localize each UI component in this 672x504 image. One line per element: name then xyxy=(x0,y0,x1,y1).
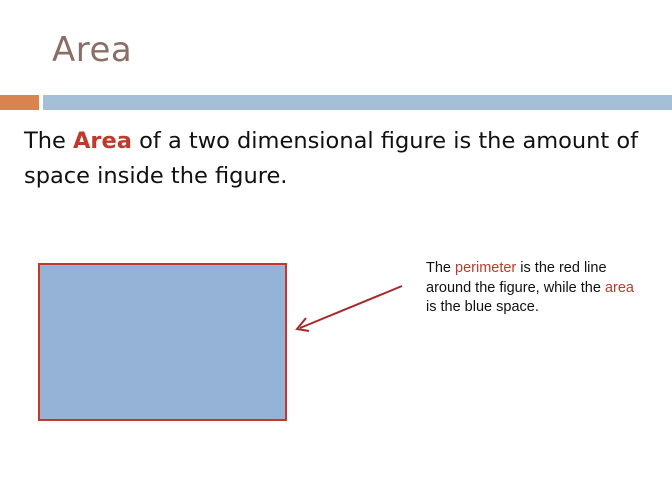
figure-diagram xyxy=(38,263,403,421)
callout-area-word: area xyxy=(604,279,634,296)
callout-part3: is the blue space. xyxy=(426,299,539,315)
callout-part1: The xyxy=(426,260,456,276)
area-rectangle xyxy=(38,263,287,421)
callout-perimeter-word: perimeter xyxy=(455,260,517,276)
callout-text: The perimeter is the red line around the… xyxy=(426,259,646,318)
arrow-pointing-left-icon xyxy=(295,285,403,332)
